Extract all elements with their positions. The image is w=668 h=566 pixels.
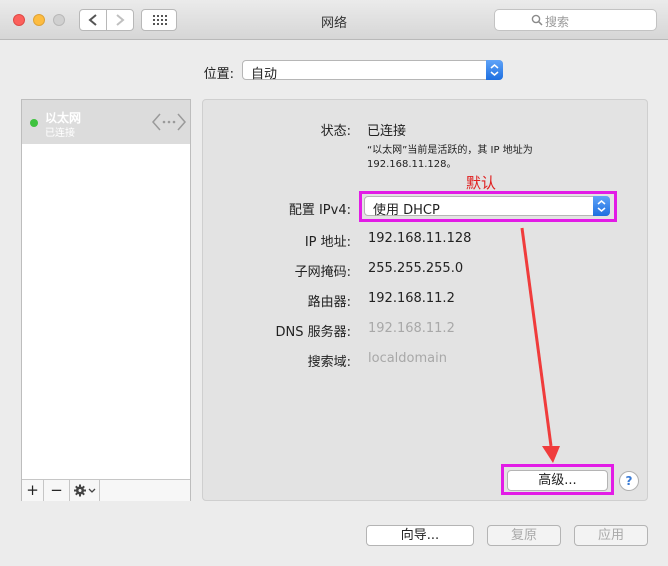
router-value: 192.168.11.2	[368, 291, 455, 306]
action-menu-button[interactable]	[70, 480, 100, 501]
search-domain-value: localdomain	[368, 351, 447, 366]
configure-ipv4-value: 使用 DHCP	[373, 203, 440, 218]
advanced-button[interactable]: 高级...	[507, 470, 608, 491]
status-value: 已连接	[367, 124, 407, 139]
service-status: 已连接	[45, 128, 75, 139]
status-description-line2: 192.168.11.128。	[367, 159, 457, 170]
dns-server-label: DNS 服务器:	[275, 325, 352, 340]
popup-stepper-icon	[593, 196, 610, 216]
status-description-line1: “以太网”当前是活跃的，其 IP 地址为	[367, 145, 533, 156]
dns-server-value: 192.168.11.2	[368, 321, 455, 336]
search-field[interactable]: 搜索	[494, 9, 657, 31]
help-button[interactable]: ?	[619, 471, 639, 491]
search-icon	[531, 14, 543, 26]
status-label: 状态:	[320, 124, 351, 139]
subnet-mask-label: 子网掩码:	[294, 265, 351, 280]
ip-address-label: IP 地址:	[304, 235, 351, 250]
status-dot-icon	[30, 119, 38, 127]
configure-ipv4-label: 配置 IPv4:	[288, 203, 351, 218]
ip-address-value: 192.168.11.128	[368, 231, 472, 246]
service-item-ethernet[interactable]: 以太网 已连接	[22, 100, 190, 144]
service-list-toolbar: + −	[22, 479, 190, 501]
title-bar: 网络 搜索	[0, 0, 668, 40]
configure-ipv4-popup[interactable]: 使用 DHCP	[364, 196, 610, 218]
service-list: 以太网 已连接 + −	[21, 99, 191, 501]
location-popup[interactable]: 自动	[242, 60, 503, 82]
popup-stepper-icon	[486, 60, 503, 80]
location-label: 位置:	[203, 67, 234, 82]
apply-button[interactable]: 应用	[574, 525, 648, 546]
remove-service-button[interactable]: −	[44, 480, 70, 501]
revert-button[interactable]: 复原	[487, 525, 561, 546]
router-label: 路由器:	[307, 295, 351, 310]
assistant-button[interactable]: 向导...	[366, 525, 474, 546]
search-placeholder: 搜索	[545, 15, 570, 29]
search-domain-label: 搜索域:	[307, 355, 351, 370]
gear-icon	[74, 484, 96, 497]
add-service-button[interactable]: +	[22, 480, 44, 501]
subnet-mask-value: 255.255.255.0	[368, 261, 464, 276]
location-value: 自动	[251, 67, 278, 82]
annotation-default-text: 默认	[466, 174, 497, 192]
ethernet-arrows-icon	[152, 113, 186, 131]
